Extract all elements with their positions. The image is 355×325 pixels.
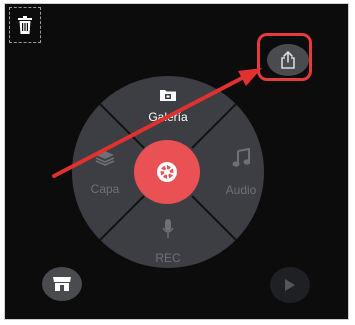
layers-icon <box>95 151 115 166</box>
layer-label: Capa <box>90 182 120 196</box>
record-label: REC <box>155 251 181 265</box>
screen: Galería Capa Audio REC <box>0 0 355 325</box>
app-canvas: Galería Capa Audio REC <box>4 3 349 320</box>
play-icon <box>285 279 295 291</box>
gallery-icon <box>160 90 176 101</box>
store-button[interactable] <box>42 267 82 301</box>
audio-segment[interactable]: Audio <box>216 148 266 197</box>
capture-button[interactable] <box>134 140 200 204</box>
play-button[interactable] <box>270 267 310 303</box>
layer-segment[interactable]: Capa <box>75 148 135 196</box>
store-icon <box>53 277 71 291</box>
record-segment[interactable]: REC <box>138 218 198 268</box>
delete-button[interactable] <box>9 7 41 43</box>
gallery-label: Galería <box>148 110 188 124</box>
gallery-segment[interactable]: Galería <box>138 84 198 128</box>
camera-shutter-icon <box>157 162 177 182</box>
microphone-icon <box>162 219 174 238</box>
trash-icon <box>18 16 32 34</box>
music-note-icon <box>232 148 250 167</box>
audio-label: Audio <box>225 183 257 197</box>
radial-menu: Galería Capa Audio REC <box>71 74 266 272</box>
